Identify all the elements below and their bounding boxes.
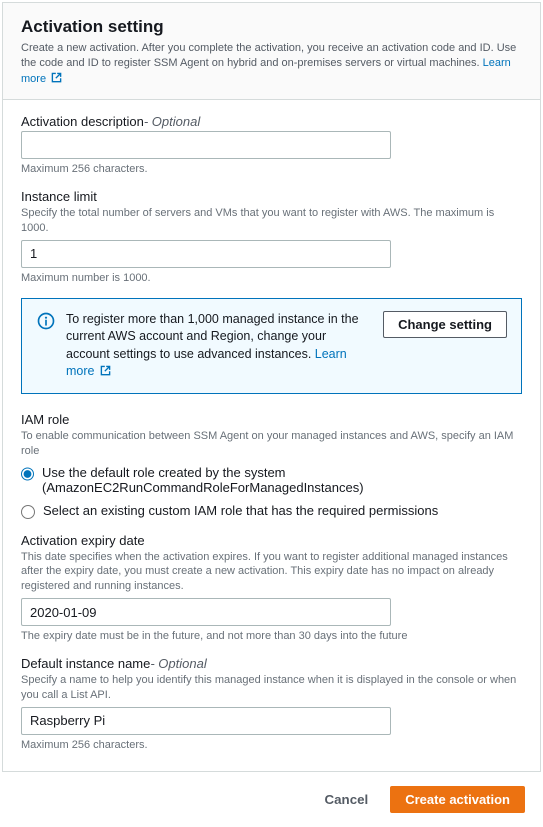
- expiry-date-input[interactable]: [21, 598, 391, 626]
- radio-custom[interactable]: [21, 505, 35, 519]
- cancel-button[interactable]: Cancel: [311, 786, 383, 813]
- field-desc: Specify a name to help you identify this…: [21, 673, 522, 703]
- page-title: Activation setting: [21, 17, 522, 37]
- field-hint: The expiry date must be in the future, a…: [21, 630, 522, 642]
- field-desc: Specify the total number of servers and …: [21, 206, 522, 236]
- field-label: Instance limit: [21, 189, 522, 204]
- field-hint: Maximum 256 characters.: [21, 739, 522, 751]
- footer-actions: Cancel Create activation: [0, 774, 543, 827]
- field-label: Activation expiry date: [21, 533, 522, 548]
- create-activation-button[interactable]: Create activation: [390, 786, 525, 813]
- advanced-instances-info: To register more than 1,000 managed inst…: [21, 298, 522, 394]
- field-label: IAM role: [21, 412, 522, 427]
- panel-header: Activation setting Create a new activati…: [3, 3, 540, 100]
- default-instance-name-input[interactable]: [21, 707, 391, 735]
- field-hint: Maximum 256 characters.: [21, 163, 522, 175]
- activation-panel: Activation setting Create a new activati…: [2, 2, 541, 772]
- external-link-icon: [100, 365, 111, 376]
- info-icon: [36, 311, 56, 331]
- field-expiry-date: Activation expiry date This date specifi…: [21, 533, 522, 643]
- field-desc: To enable communication between SSM Agen…: [21, 429, 522, 459]
- change-setting-button[interactable]: Change setting: [383, 311, 507, 338]
- iam-role-radio-group: Use the default role created by the syst…: [21, 465, 522, 519]
- activation-description-input[interactable]: [21, 131, 391, 159]
- field-iam-role: IAM role To enable communication between…: [21, 412, 522, 519]
- field-instance-limit: Instance limit Specify the total number …: [21, 189, 522, 284]
- field-desc: This date specifies when the activation …: [21, 550, 522, 595]
- field-default-instance-name: Default instance name- Optional Specify …: [21, 656, 522, 751]
- instance-limit-input[interactable]: [21, 240, 391, 268]
- iam-role-default-option[interactable]: Use the default role created by the syst…: [21, 465, 522, 495]
- field-label: Activation description- Optional: [21, 114, 522, 129]
- radio-default[interactable]: [21, 467, 34, 481]
- panel-body: Activation description- Optional Maximum…: [3, 100, 540, 771]
- info-text: To register more than 1,000 managed inst…: [66, 311, 373, 381]
- field-label: Default instance name- Optional: [21, 656, 522, 671]
- field-hint: Maximum number is 1000.: [21, 272, 522, 284]
- field-activation-description: Activation description- Optional Maximum…: [21, 114, 522, 175]
- iam-role-custom-option[interactable]: Select an existing custom IAM role that …: [21, 503, 522, 519]
- page-description: Create a new activation. After you compl…: [21, 41, 522, 87]
- external-link-icon: [51, 72, 62, 83]
